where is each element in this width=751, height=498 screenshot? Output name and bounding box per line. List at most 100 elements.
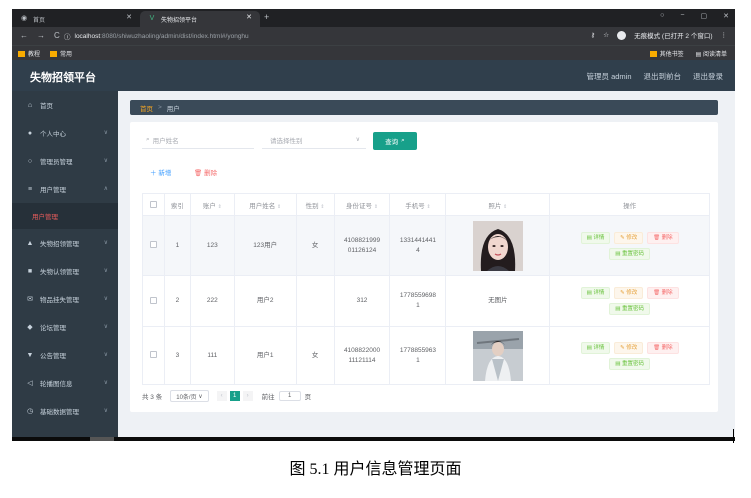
column-header[interactable]: 性别 ⇕ [295,193,335,216]
batch-delete-button[interactable]: 🗑 删除 [194,167,217,177]
folder-icon [50,51,58,58]
sidebar-item-admins[interactable]: ○ 管理员管理 ∨ [12,147,118,175]
phone-cell: 1778855963 1 [389,326,447,385]
index-cell: 2 [163,275,191,327]
taskbar-item[interactable] [90,437,114,441]
reset-password-button[interactable]: ▤ 重置密码 [609,357,650,370]
detail-button[interactable]: ▤ 详情 [580,231,611,244]
close-window-button[interactable]: ✕ [723,12,729,20]
sidebar-item-lost-report[interactable]: ✉ 物品挂失管理 ∨ [12,285,118,313]
sidebar-item-users[interactable]: ≡ 用户管理 ∧ [12,175,118,203]
page-number-current[interactable]: 1 [229,391,240,401]
delete-button[interactable]: 🗑 删除 [647,287,679,299]
account-cell: 123 [189,215,235,276]
query-button[interactable]: 查询 ⌕ [373,132,417,150]
detail-button[interactable]: ▤ 详情 [580,341,611,354]
column-header[interactable]: 手机号 ⇕ [389,193,447,216]
edit-button[interactable]: ✎ 修改 [614,231,644,244]
sidebar-item-label: 轮播图信息 [40,381,73,388]
reset-password-button[interactable]: ▤ 重置密码 [609,247,650,260]
user-name-search-input[interactable]: ⌕ 用户姓名 [142,131,254,149]
user-photo [472,220,523,271]
sort-icon[interactable]: ⇕ [218,204,222,210]
reload-button[interactable]: C [54,31,60,40]
bookmark-folder[interactable]: 教程 [18,49,40,58]
sidebar-item-forum[interactable]: ◆ 论坛管理 ∨ [12,313,118,341]
actions-cell: ▤ 详情 ✎ 修改 🗑 删除 ▤ 重置密码 [549,215,710,276]
gender-select[interactable]: 请选择性别 ∨ [262,131,366,149]
list-icon: ≡ [27,185,33,193]
sort-icon[interactable]: ⇕ [427,204,431,210]
index-cell: 1 [163,215,191,276]
row-select-cell[interactable] [142,326,165,385]
other-bookmarks[interactable]: 其他书签 [649,49,684,58]
sidebar-item-carousel[interactable]: ◁ 轮播图信息 ∨ [12,369,118,397]
breadcrumb-home[interactable]: 首页 [140,103,153,113]
column-header[interactable]: 账户 ⇕ [189,193,235,216]
incognito-label[interactable]: 无痕模式 (已打开 2 个窗口) [634,30,712,40]
browser-tab-active[interactable]: V 失物招领平台 ✕ [140,11,260,27]
forward-button[interactable]: → [37,31,45,40]
close-icon[interactable]: ✕ [246,13,252,21]
column-header[interactable]: 用户姓名 ⇕ [233,193,297,216]
chevron-down-icon: ∨ [103,352,108,358]
sidebar-item-base-data[interactable]: ◷ 基础数据管理 ∨ [12,397,118,425]
address-actions: ⚷ ☆ 无痕模式 (已打开 2 个窗口) ⋮ [591,30,727,40]
column-header[interactable]: 身份证号 ⇕ [333,193,391,216]
column-header[interactable]: 照片 ⇕ [445,193,551,216]
maximize-button[interactable]: ▢ [701,12,708,20]
delete-button[interactable]: 🗑 删除 [647,231,679,244]
prev-page-button[interactable]: ‹ [216,391,227,401]
checkbox[interactable] [149,351,157,359]
sidebar-item-notice[interactable]: ▼ 公告管理 ∨ [12,341,118,369]
sort-icon[interactable]: ⇕ [374,204,378,210]
goto-page-input[interactable]: 1 [278,391,301,401]
sort-icon[interactable]: ⇕ [503,204,507,210]
logout-link[interactable]: 退出登录 [693,71,723,82]
user-table: 索引 账户 ⇕ 用户姓名 ⇕ 性别 ⇕ 身份证号 ⇕ 手机号 ⇕ 照片 ⇕ 操作… [142,193,710,385]
edit-button[interactable]: ✎ 修改 [614,341,644,354]
menu-icon[interactable]: ⋮ [721,31,728,39]
home-icon: ⌂ [27,101,33,109]
bookmark-folder[interactable]: 常用 [50,49,72,58]
sidebar-subitem-users[interactable]: 用户管理 [12,203,118,229]
id-card-cell: 312 [333,275,391,327]
detail-button[interactable]: ▤ 详情 [580,287,611,299]
sidebar-item-home[interactable]: ⌂ 首页 [12,91,118,119]
breadcrumb: 首页 > 用户 [130,100,718,115]
url-field[interactable]: ⓘ localhost:8080/shiwuzhaoling/admin/dis… [64,30,249,42]
page-size-select[interactable]: 10条/页 ∨ [170,390,209,402]
delete-button[interactable]: 🗑 删除 [647,341,679,354]
browser-tab-home[interactable]: ◉ 首页 ✕ [12,11,140,27]
row-select-cell[interactable] [142,215,165,276]
sidebar-item-claims[interactable]: ■ 失物认领管理 ∨ [12,257,118,285]
close-icon[interactable]: ✕ [126,13,132,21]
edit-button[interactable]: ✎ 修改 [614,287,644,299]
sidebar-item-label: 论坛管理 [40,325,66,332]
minimize-button[interactable]: − [680,12,684,20]
table-row: 1 123 123用户 女 4108821999 01126124 1331441… [142,215,710,276]
back-button[interactable]: ← [20,31,28,40]
photo-cell: 无图片 [445,275,551,327]
sidebar-item-profile[interactable]: ● 个人中心 ∨ [12,119,118,147]
add-button[interactable]: ＋ 新增 [150,167,171,177]
reading-list[interactable]: ▤ 阅读清单 [696,49,727,58]
checkbox[interactable] [149,296,157,304]
sort-icon[interactable]: ⇕ [277,204,281,210]
next-page-button[interactable]: › [242,391,253,401]
checkbox[interactable] [149,200,157,208]
star-icon[interactable]: ☆ [603,31,609,39]
search-icon: ⌕ [401,137,405,144]
chevron-down-icon: ∨ [103,324,108,330]
checkbox[interactable] [149,241,157,249]
exit-to-frontend-link[interactable]: 退出到前台 [644,71,682,82]
sort-icon[interactable]: ⇕ [320,204,324,210]
key-icon[interactable]: ⚷ [591,31,596,39]
user-list-card: ⌕ 用户姓名 请选择性别 ∨ 查询 ⌕ ＋ 新增 🗑 删除 索引 账户 ⇕ 用户… [130,122,718,412]
select-all-cell[interactable] [142,193,165,216]
profile-icon[interactable]: ○ [660,12,664,20]
sidebar-item-lost-found[interactable]: ▲ 失物招领管理 ∨ [12,229,118,257]
reset-password-button[interactable]: ▤ 重置密码 [609,303,650,315]
row-select-cell[interactable] [142,275,165,327]
new-tab-button[interactable]: + [264,12,269,22]
